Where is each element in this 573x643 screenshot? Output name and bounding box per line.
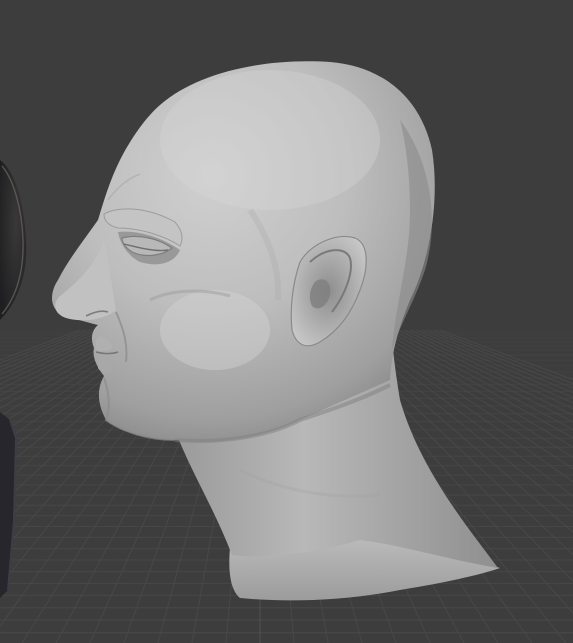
grid-line-depth [421, 329, 573, 394]
grid-line-depth [433, 329, 573, 385]
viewport-canvas[interactable] [0, 0, 573, 643]
3d-viewport[interactable] [0, 0, 573, 643]
grid-line-depth [0, 329, 117, 385]
cranium-highlight [160, 70, 380, 210]
cheek-highlight [160, 290, 270, 370]
